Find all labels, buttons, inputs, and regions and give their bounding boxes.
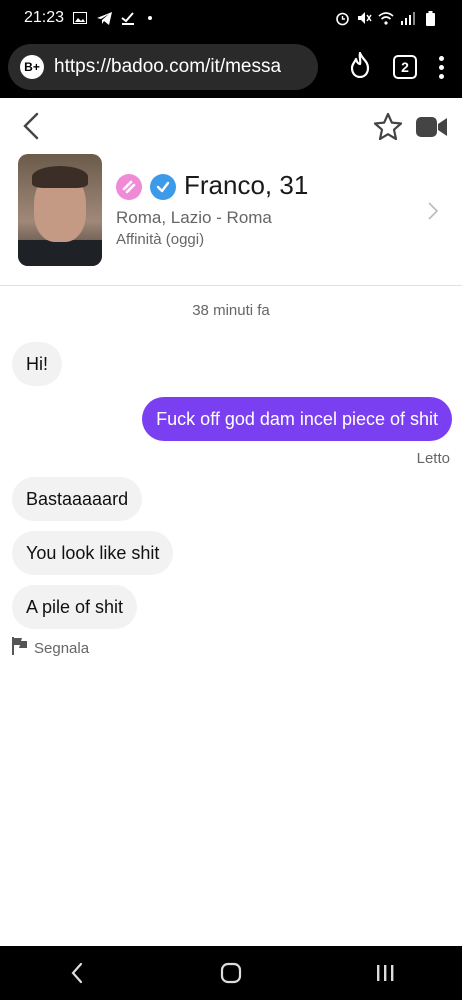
signal-icon <box>400 10 416 26</box>
menu-icon[interactable] <box>439 55 444 79</box>
download-check-icon <box>120 10 136 26</box>
video-call-icon[interactable] <box>416 116 448 138</box>
favorite-star-icon[interactable] <box>373 112 403 142</box>
address-bar[interactable]: B+ https://badoo.com/it/messa <box>8 44 318 90</box>
nav-home-icon[interactable] <box>211 953 251 993</box>
profile-avatar[interactable] <box>18 154 102 266</box>
fire-icon[interactable] <box>349 51 371 83</box>
message-bubble-incoming[interactable]: Bastaaaaard <box>12 477 143 521</box>
wifi-icon <box>378 10 394 26</box>
mute-icon <box>356 10 372 26</box>
profile-name[interactable]: Franco, 31 <box>184 170 308 201</box>
chat-header: Franco, 31 Roma, Lazio - Roma Affinità (… <box>0 98 462 286</box>
notification-dot-icon <box>148 16 153 20</box>
report-label: Segnala <box>34 639 90 657</box>
alarm-icon <box>334 10 350 26</box>
status-time: 21:23 <box>24 9 65 26</box>
site-badge: B+ <box>20 55 44 79</box>
message-timestamp: 38 minuti fa <box>192 302 270 319</box>
telegram-icon <box>96 10 112 26</box>
message-bubble-incoming[interactable]: Hi! <box>12 342 62 386</box>
nav-recents-icon[interactable] <box>365 953 405 993</box>
message-bubble-incoming[interactable]: A pile of shit <box>12 585 138 629</box>
url-text[interactable]: https://badoo.com/it/messa <box>54 56 281 78</box>
profile-affinity: Affinità (oggi) <box>116 231 205 248</box>
report-link[interactable]: Segnala <box>12 637 89 659</box>
gallery-icon <box>72 10 88 26</box>
message-bubble-incoming[interactable]: You look like shit <box>12 531 174 575</box>
nav-back-icon[interactable] <box>57 953 97 993</box>
browser-toolbar: B+ https://badoo.com/it/messa 2 <box>0 36 462 98</box>
verified-check-icon <box>150 174 176 200</box>
read-status: Letto <box>416 450 450 467</box>
back-arrow-icon[interactable] <box>18 112 46 140</box>
profile-location: Roma, Lazio - Roma <box>116 208 272 227</box>
message-bubble-outgoing[interactable]: Fuck off god dam incel piece of shit <box>142 397 452 441</box>
system-nav-bar <box>0 946 462 1000</box>
battery-icon <box>422 10 438 26</box>
flag-icon <box>12 637 28 659</box>
interest-badge-icon <box>116 174 142 200</box>
status-bar: 21:23 <box>0 0 462 36</box>
tabs-button[interactable]: 2 <box>393 55 417 79</box>
chevron-right-icon[interactable] <box>426 200 440 222</box>
